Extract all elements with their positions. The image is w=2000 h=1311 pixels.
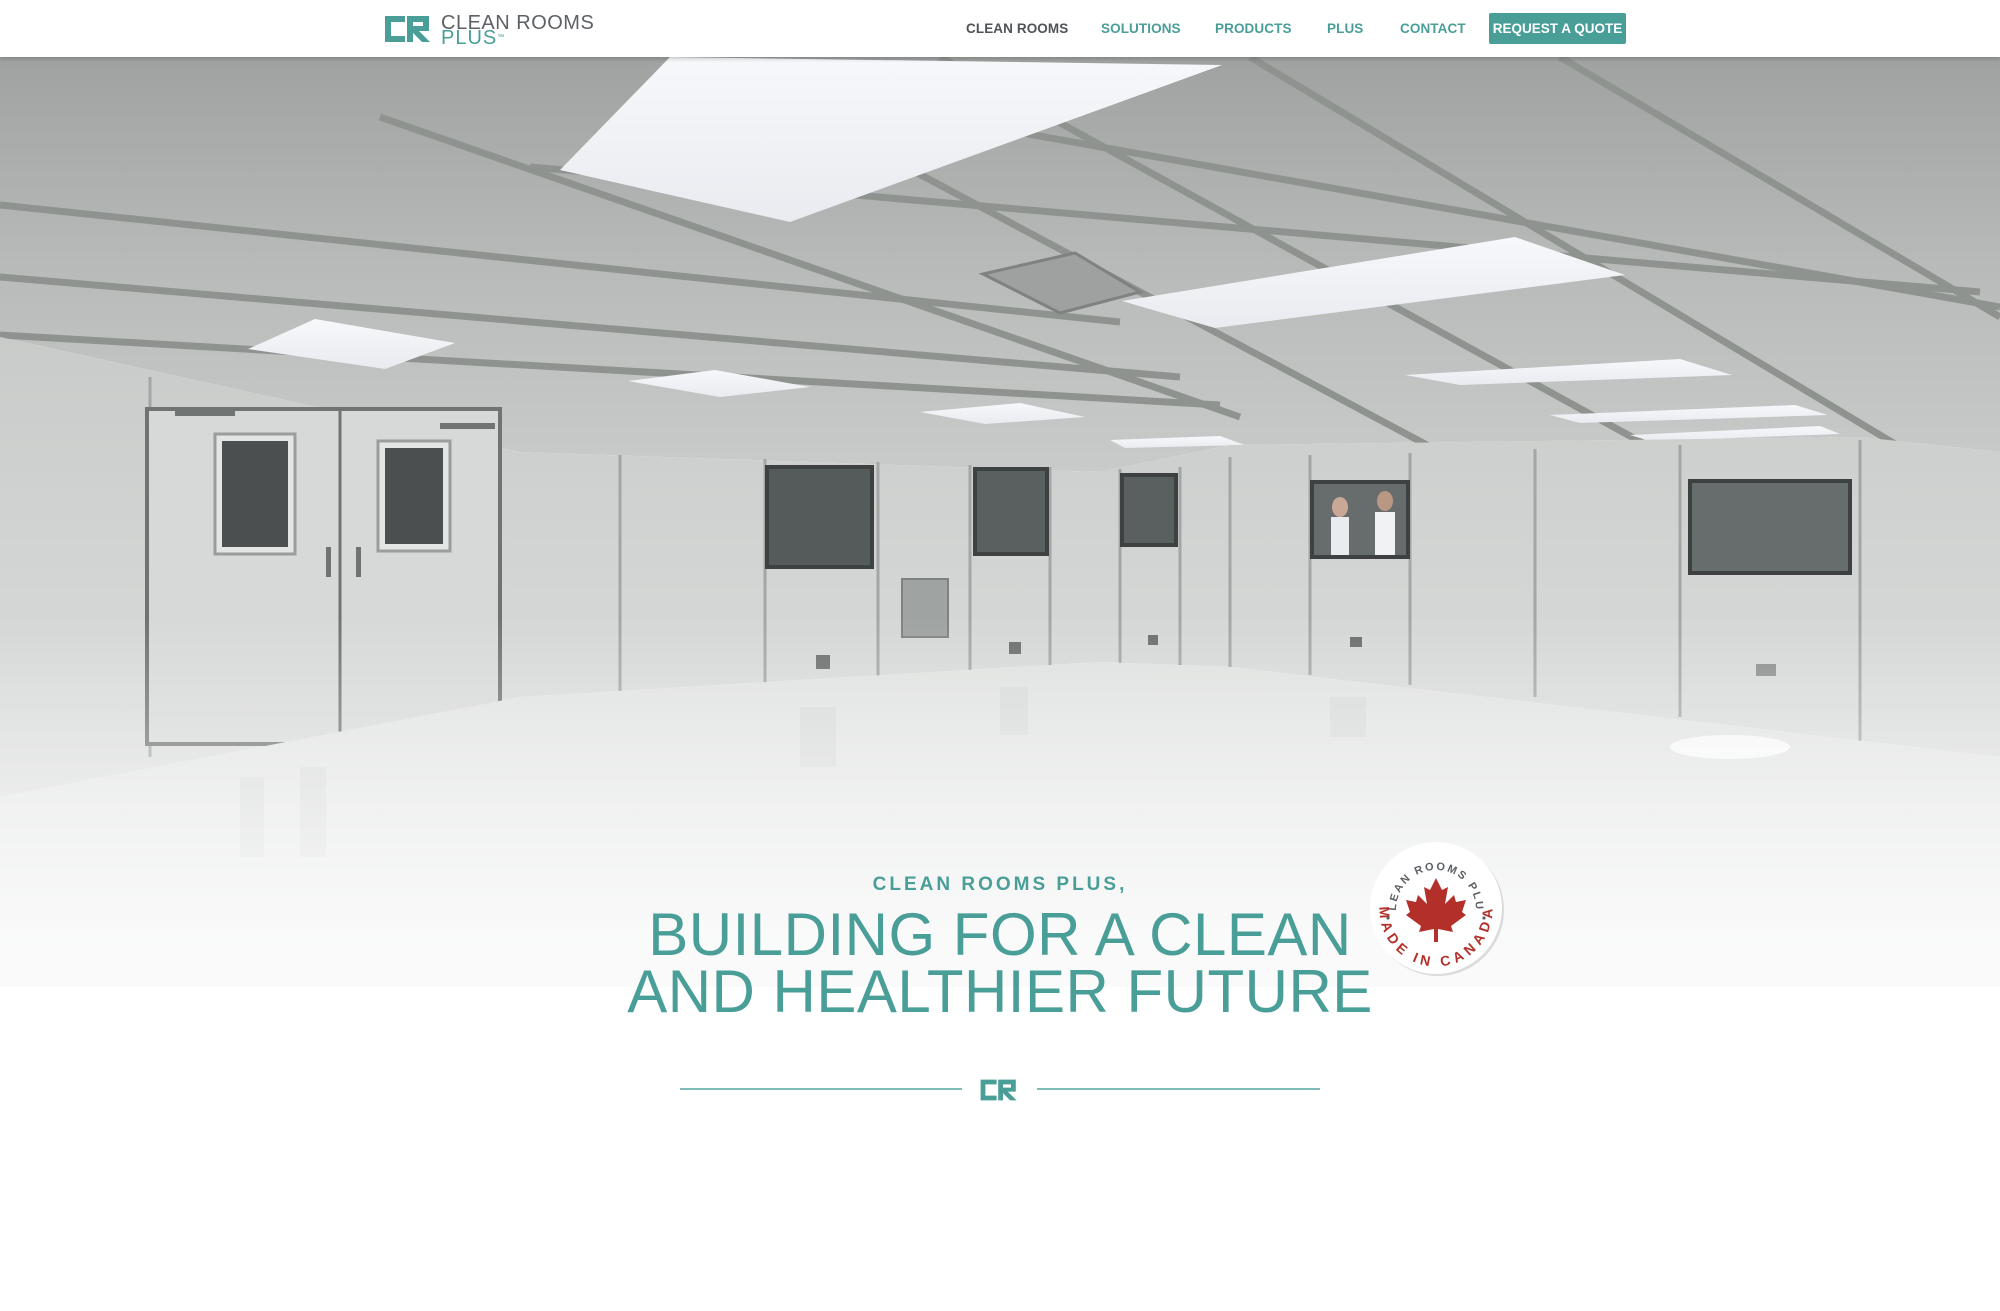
nav-clean-rooms[interactable]: CLEAN ROOMS xyxy=(966,21,1068,37)
nav-solutions[interactable]: SOLUTIONS xyxy=(1101,21,1181,37)
hero-headline-line1: BUILDING FOR A CLEAN xyxy=(648,901,1352,968)
request-quote-button[interactable]: REQUEST A QUOTE xyxy=(1489,13,1626,44)
nav-contact[interactable]: CONTACT xyxy=(1400,21,1466,37)
cleanroom-hero-image xyxy=(0,57,2000,1311)
page: CLEAN ROOMS PLUS™ CLEAN ROOMS SOLUTIONS … xyxy=(0,0,2000,1311)
made-in-canada-badge: CLEAN ROOMS PLUS MADE IN CANADA xyxy=(1361,829,1506,978)
hero-section: CLEAN ROOMS PLUS, BUILDING FOR A CLEAN A… xyxy=(0,57,2000,1311)
hero-headline-line2: AND HEALTHIER FUTURE xyxy=(627,958,1373,1025)
cr-monogram-icon xyxy=(980,1079,1017,1101)
divider-line-right xyxy=(1037,1088,1320,1090)
nav-products[interactable]: PRODUCTS xyxy=(1215,21,1292,37)
cr-monogram-icon xyxy=(385,16,430,42)
hero-eyebrow: CLEAN ROOMS PLUS, xyxy=(872,874,1128,895)
site-logo[interactable]: CLEAN ROOMS PLUS™ xyxy=(383,13,613,49)
divider-line-left xyxy=(680,1088,962,1090)
site-header: CLEAN ROOMS PLUS™ CLEAN ROOMS SOLUTIONS … xyxy=(0,0,2000,57)
nav-plus[interactable]: PLUS xyxy=(1327,21,1363,37)
logo-wordmark-bottom: PLUS™ xyxy=(441,27,506,49)
section-divider xyxy=(680,1074,1320,1104)
